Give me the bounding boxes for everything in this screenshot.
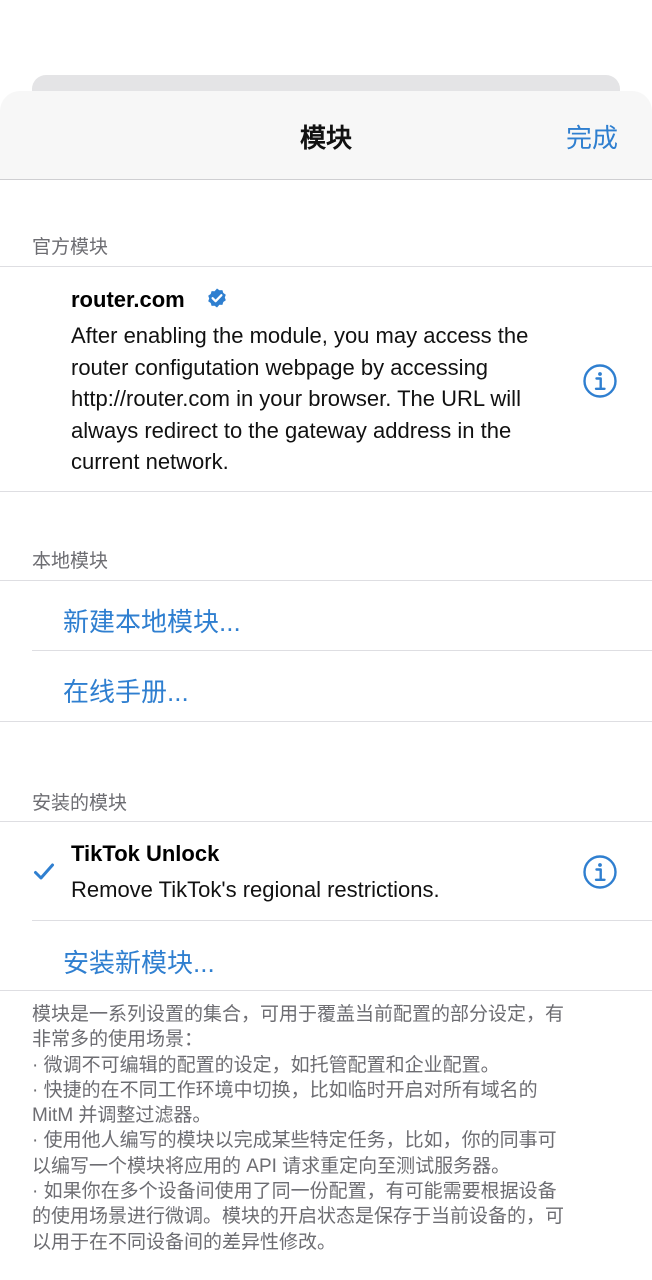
- description-line: After enabling the module, you may acces…: [71, 323, 529, 348]
- divider: [0, 266, 652, 267]
- module-description: After enabling the module, you may acces…: [71, 320, 576, 478]
- description-line: http://router.com in your browser. The U…: [71, 386, 521, 411]
- new-local-module-button[interactable]: 新建本地模块...: [63, 602, 241, 639]
- description-line: current network.: [71, 449, 229, 474]
- modules-footer-note: 模块是一系列设置的集合，可用于覆盖当前配置的部分设定，有 非常多的使用场景： ·…: [32, 1002, 622, 1255]
- page-title: 模块: [299, 123, 352, 153]
- info-icon[interactable]: [582, 854, 618, 890]
- description-line: router configutation webpage by accessin…: [71, 354, 489, 380]
- module-title: TikTok Unlock: [71, 841, 220, 866]
- footer-line: · 微调不可编辑的配置的设定，如托管配置和企业配置。: [32, 1054, 500, 1076]
- module-title: router.com: [71, 287, 185, 312]
- divider: [0, 721, 652, 722]
- done-button[interactable]: 完成: [566, 118, 618, 155]
- section-header-official: 官方模块: [32, 237, 109, 258]
- modules-sheet: 模块 完成 官方模块 router.com After enabling the…: [0, 91, 652, 1280]
- divider: [0, 990, 652, 991]
- section-header-installed: 安装的模块: [32, 793, 128, 814]
- section-header-local: 本地模块: [32, 551, 109, 572]
- divider: [32, 650, 652, 651]
- divider: [32, 920, 652, 921]
- footer-line: 以用于在不同设备间的差异性修改。: [32, 1231, 337, 1253]
- footer-line: · 快捷的在不同工作环境中切换，比如临时开启对所有域名的: [32, 1079, 538, 1101]
- footer-line: · 如果你在多个设备间使用了同一份配置，有可能需要根据设备: [32, 1181, 557, 1203]
- footer-line: MitM 并调整过滤器。: [32, 1105, 212, 1127]
- install-new-module-button[interactable]: 安装新模块...: [63, 943, 215, 980]
- checkmark-icon: [34, 863, 54, 880]
- description-line: always redirect to the gateway address i…: [71, 417, 512, 443]
- footer-line: 的使用场景进行微调。模块的开启状态是保存于当前设备的，可: [32, 1206, 565, 1228]
- divider: [0, 580, 652, 581]
- footer-line: 以编写一个模块将应用的 API 请求重定向至测试服务器。: [32, 1155, 511, 1177]
- footer-line: 模块是一系列设置的集合，可用于覆盖当前配置的部分设定，有: [32, 1004, 565, 1025]
- footer-line: 非常多的使用场景：: [32, 1029, 204, 1051]
- module-description: Remove TikTok's regional restrictions.: [71, 877, 440, 902]
- verified-badge-icon: [208, 288, 226, 308]
- info-icon[interactable]: [582, 363, 618, 399]
- divider: [0, 491, 652, 492]
- navigation-bar: 模块 完成: [0, 91, 652, 180]
- footer-line: · 使用他人编写的模块以完成某些特定任务，比如，你的同事可: [32, 1130, 557, 1152]
- online-manual-button[interactable]: 在线手册...: [63, 672, 189, 709]
- divider: [0, 821, 652, 822]
